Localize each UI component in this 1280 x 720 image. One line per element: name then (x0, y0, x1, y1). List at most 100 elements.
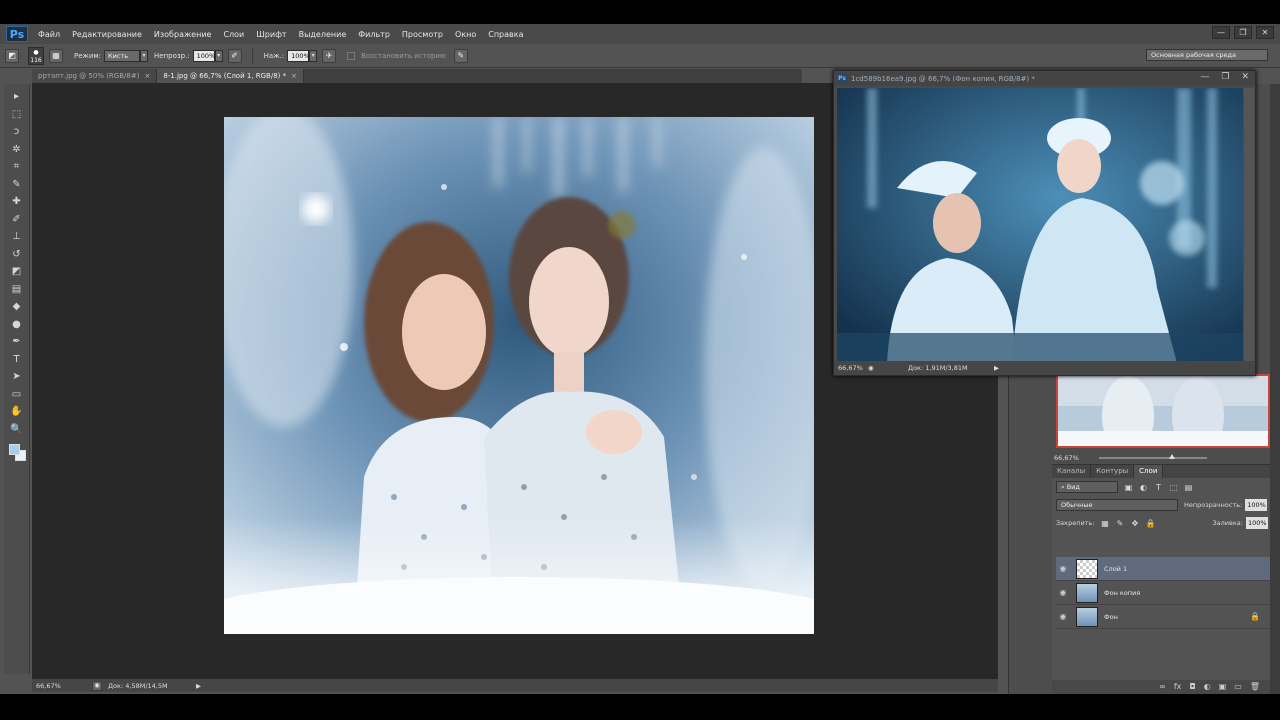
layer-opacity-input[interactable]: 100% (1245, 499, 1268, 511)
tab-layers[interactable]: Слои (1134, 465, 1164, 478)
group-icon[interactable]: ▣ (1219, 680, 1227, 694)
right-scrollbar[interactable] (1270, 84, 1280, 694)
floating-window-scrollbar[interactable] (1244, 88, 1254, 363)
layer-name[interactable]: Слой 1 (1104, 565, 1127, 573)
lock-all-icon[interactable]: 🔒 (1145, 519, 1155, 528)
path-select-icon[interactable]: ➤ (7, 368, 27, 386)
eyedropper-icon[interactable]: ✎ (7, 176, 27, 194)
eye-icon[interactable]: ◉ (1056, 612, 1070, 621)
marquee-icon[interactable]: ⬚ (7, 106, 27, 124)
status-info-icon[interactable]: ◉ (868, 364, 908, 372)
blur-icon[interactable]: ◆ (7, 298, 27, 316)
zoom-level[interactable]: 66,67% (32, 682, 92, 690)
crop-icon[interactable]: ⌗ (7, 158, 27, 176)
navigator-thumbnail[interactable] (1056, 374, 1270, 448)
healing-icon[interactable]: ✚ (7, 193, 27, 211)
restore-history-checkbox[interactable] (347, 51, 356, 60)
hand-icon[interactable]: ✋ (7, 403, 27, 421)
layer-row[interactable]: ◉ Фон 🔒 (1056, 605, 1270, 629)
dodge-icon[interactable]: ● (7, 316, 27, 334)
main-document-image[interactable] (224, 117, 814, 634)
pressure-input[interactable]: 100% (287, 49, 310, 62)
filter-adjust-icon[interactable]: ◐ (1139, 483, 1148, 492)
brush-panel-icon[interactable]: ▦ (49, 48, 63, 63)
mode-select[interactable]: Кисть (104, 49, 141, 62)
restore-button[interactable]: ❐ (1221, 72, 1229, 82)
close-icon[interactable]: × (144, 72, 150, 80)
layer-filter-select[interactable]: ⌕ Вид (1056, 481, 1118, 493)
foreground-color[interactable] (8, 444, 20, 455)
trash-icon[interactable]: 🗑 (1250, 680, 1260, 694)
restore-button[interactable]: ❐ (1234, 26, 1252, 39)
quick-select-icon[interactable]: ✲ (7, 141, 27, 159)
status-arrow-icon[interactable]: ▶ (196, 682, 201, 690)
chevron-down-icon[interactable]: ▾ (309, 49, 318, 62)
zoom-icon[interactable]: 🔍 (7, 421, 27, 439)
tab-document-2[interactable]: 8-1.jpg @ 66,7% (Слой 1, RGB/8) * × (157, 69, 305, 83)
shape-icon[interactable]: ▭ (7, 386, 27, 404)
menu-edit[interactable]: Редактирование (66, 30, 148, 39)
link-layers-icon[interactable]: ∞ (1159, 680, 1166, 694)
reference-image[interactable] (837, 88, 1243, 363)
menu-view[interactable]: Просмотр (396, 30, 449, 39)
chevron-down-icon[interactable]: ▾ (140, 49, 149, 62)
zoom-slider[interactable] (1098, 454, 1207, 459)
color-swatches[interactable] (7, 442, 27, 466)
menu-help[interactable]: Справка (482, 30, 529, 39)
mask-icon[interactable]: ◘ (1189, 680, 1195, 694)
clone-stamp-icon[interactable]: ⊥ (7, 228, 27, 246)
type-icon[interactable]: T (7, 351, 27, 369)
layer-name[interactable]: Фон копия (1104, 589, 1140, 597)
layer-row[interactable]: ◉ Слой 1 (1056, 557, 1270, 581)
minimize-button[interactable]: — (1200, 72, 1209, 82)
eye-icon[interactable]: ◉ (1056, 588, 1070, 597)
slider-knob[interactable] (1168, 454, 1175, 459)
filter-shape-icon[interactable]: ⬚ (1169, 483, 1178, 492)
layer-name[interactable]: Фон (1104, 613, 1118, 621)
lock-transparent-icon[interactable]: ▦ (1100, 519, 1109, 528)
floating-zoom[interactable]: 66,67% (834, 364, 868, 372)
menu-filter[interactable]: Фильтр (352, 30, 396, 39)
eraser-tool-icon[interactable]: ◩ (5, 48, 19, 63)
move-icon[interactable]: ▸ (7, 88, 27, 106)
new-layer-icon[interactable]: ▭ (1234, 680, 1242, 694)
menu-type[interactable]: Шрифт (250, 30, 292, 39)
pressure-size-icon[interactable]: ✎ (453, 48, 468, 63)
brush-icon[interactable]: ✐ (7, 211, 27, 229)
layer-row[interactable]: ◉ Фон копия (1056, 581, 1270, 605)
opacity-input[interactable]: 100% (192, 49, 215, 62)
fill-input[interactable]: 100% (1245, 517, 1268, 529)
floating-window-titlebar[interactable]: Ps 1cd589b16ea9.jpg @ 66,7% (Фон копия, … (834, 71, 1255, 86)
eraser-icon[interactable]: ◩ (7, 263, 27, 281)
minimize-button[interactable]: — (1212, 26, 1230, 39)
menu-window[interactable]: Окно (449, 30, 482, 39)
eye-icon[interactable]: ◉ (1056, 564, 1070, 573)
status-arrow-icon[interactable]: ▶ (994, 364, 999, 372)
filter-smart-icon[interactable]: ▤ (1184, 483, 1193, 492)
filter-pixel-icon[interactable]: ▣ (1124, 483, 1133, 492)
menu-select[interactable]: Выделение (293, 30, 353, 39)
tab-document-1[interactable]: рртапт.jpg @ 50% (RGB/8#) × (32, 69, 158, 83)
fx-icon[interactable]: fx (1174, 680, 1182, 694)
lock-pixels-icon[interactable]: ✎ (1115, 519, 1124, 528)
history-brush-icon[interactable]: ↺ (7, 246, 27, 264)
status-info-icon[interactable]: ◉ (92, 680, 102, 691)
close-button[interactable]: ✕ (1241, 72, 1249, 82)
airbrush-icon[interactable]: ✈ (322, 48, 337, 63)
lock-position-icon[interactable]: ✥ (1130, 519, 1139, 528)
filter-type-icon[interactable]: T (1154, 483, 1163, 492)
menu-file[interactable]: Файл (32, 30, 66, 39)
gradient-icon[interactable]: ▤ (7, 281, 27, 299)
brush-size-picker[interactable]: ● 116 (28, 46, 44, 65)
close-button[interactable]: ✕ (1256, 26, 1274, 39)
menu-image[interactable]: Изображение (148, 30, 218, 39)
workspace-select[interactable]: Основная рабочая среда (1146, 49, 1268, 61)
close-icon[interactable]: × (291, 72, 297, 80)
adjustment-icon[interactable]: ◐ (1204, 680, 1211, 694)
menu-layers[interactable]: Слои (217, 30, 250, 39)
blend-mode-select[interactable]: Обычные (1056, 499, 1178, 511)
floating-document-window[interactable]: Ps 1cd589b16ea9.jpg @ 66,7% (Фон копия, … (833, 70, 1256, 376)
lasso-icon[interactable]: ↄ (7, 123, 27, 141)
chevron-down-icon[interactable]: ▾ (214, 49, 223, 62)
tab-channels[interactable]: Каналы (1052, 465, 1092, 478)
